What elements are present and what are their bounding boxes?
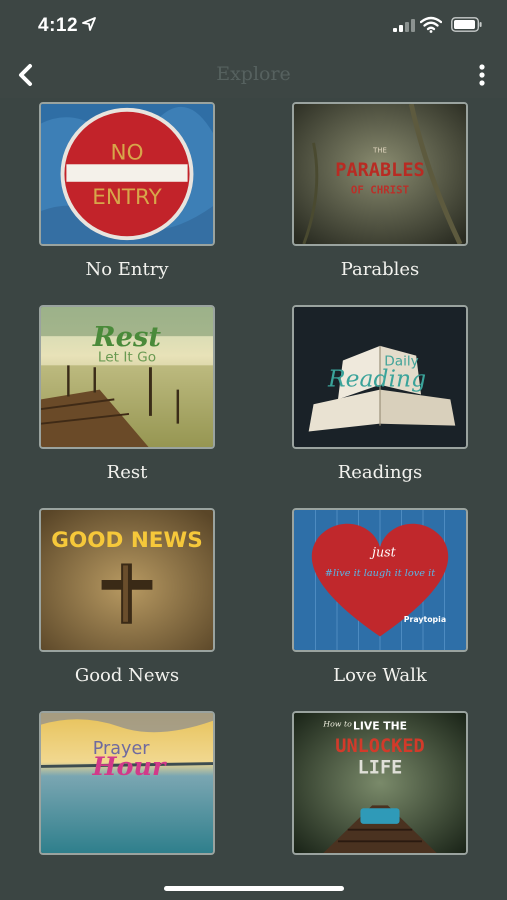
svg-text:LIFE: LIFE xyxy=(358,757,403,778)
tile-label: Rest xyxy=(106,462,148,483)
svg-text:ENTRY: ENTRY xyxy=(92,185,162,210)
explore-grid: NO ENTRY No Entry THE PARABLES OF CHRIST… xyxy=(0,98,507,860)
svg-text:#live it laugh it love it: #live it laugh it love it xyxy=(325,568,435,579)
svg-text:Praytopia: Praytopia xyxy=(404,615,446,624)
more-options-icon[interactable] xyxy=(474,62,490,88)
svg-text:Rest: Rest xyxy=(92,321,162,353)
location-arrow-icon xyxy=(82,17,96,31)
prayer-hour-thumbnail: Prayer Hour xyxy=(39,711,215,855)
svg-text:just: just xyxy=(369,545,397,560)
wifi-icon xyxy=(420,16,442,33)
svg-text:Hour: Hour xyxy=(92,751,167,781)
battery-icon xyxy=(451,17,482,32)
cellular-signal-icon xyxy=(393,19,415,32)
unlocked-life-thumbnail: How to LIVE THE UNLOCKED LIFE xyxy=(292,711,468,855)
svg-text:PARABLES: PARABLES xyxy=(335,160,424,181)
svg-text:Let It Go: Let It Go xyxy=(98,349,156,365)
tile-label: Love Walk xyxy=(333,665,427,686)
love-walk-thumbnail: just #live it laugh it love it Praytopia xyxy=(292,508,468,652)
good-news-thumbnail: GOOD NEWS xyxy=(39,508,215,652)
home-indicator-bar xyxy=(0,860,507,900)
svg-text:LIVE THE: LIVE THE xyxy=(353,720,407,733)
svg-text:Reading: Reading xyxy=(327,365,426,393)
home-indicator[interactable] xyxy=(164,886,344,891)
svg-text:NO: NO xyxy=(110,140,143,165)
parables-thumbnail: THE PARABLES OF CHRIST xyxy=(292,102,468,246)
tile-label: Readings xyxy=(337,462,423,483)
svg-text:How to: How to xyxy=(322,720,352,729)
tile-label: No Entry xyxy=(85,259,169,280)
svg-text:THE: THE xyxy=(372,147,387,155)
tile-label: Parables xyxy=(340,259,420,280)
status-time: 4:12 xyxy=(38,15,79,36)
navigation-bar: Explore xyxy=(0,52,507,98)
tile-label: Good News xyxy=(74,665,180,686)
status-bar: 4:12 xyxy=(0,0,507,52)
no-entry-thumbnail: NO ENTRY xyxy=(39,102,215,246)
svg-text:UNLOCKED: UNLOCKED xyxy=(335,736,424,757)
page-title: Explore xyxy=(216,63,291,85)
readings-thumbnail: Daily Reading xyxy=(292,305,468,449)
svg-text:GOOD NEWS: GOOD NEWS xyxy=(51,528,202,553)
rest-thumbnail: Rest Let It Go xyxy=(39,305,215,449)
svg-text:OF CHRIST: OF CHRIST xyxy=(351,183,409,196)
